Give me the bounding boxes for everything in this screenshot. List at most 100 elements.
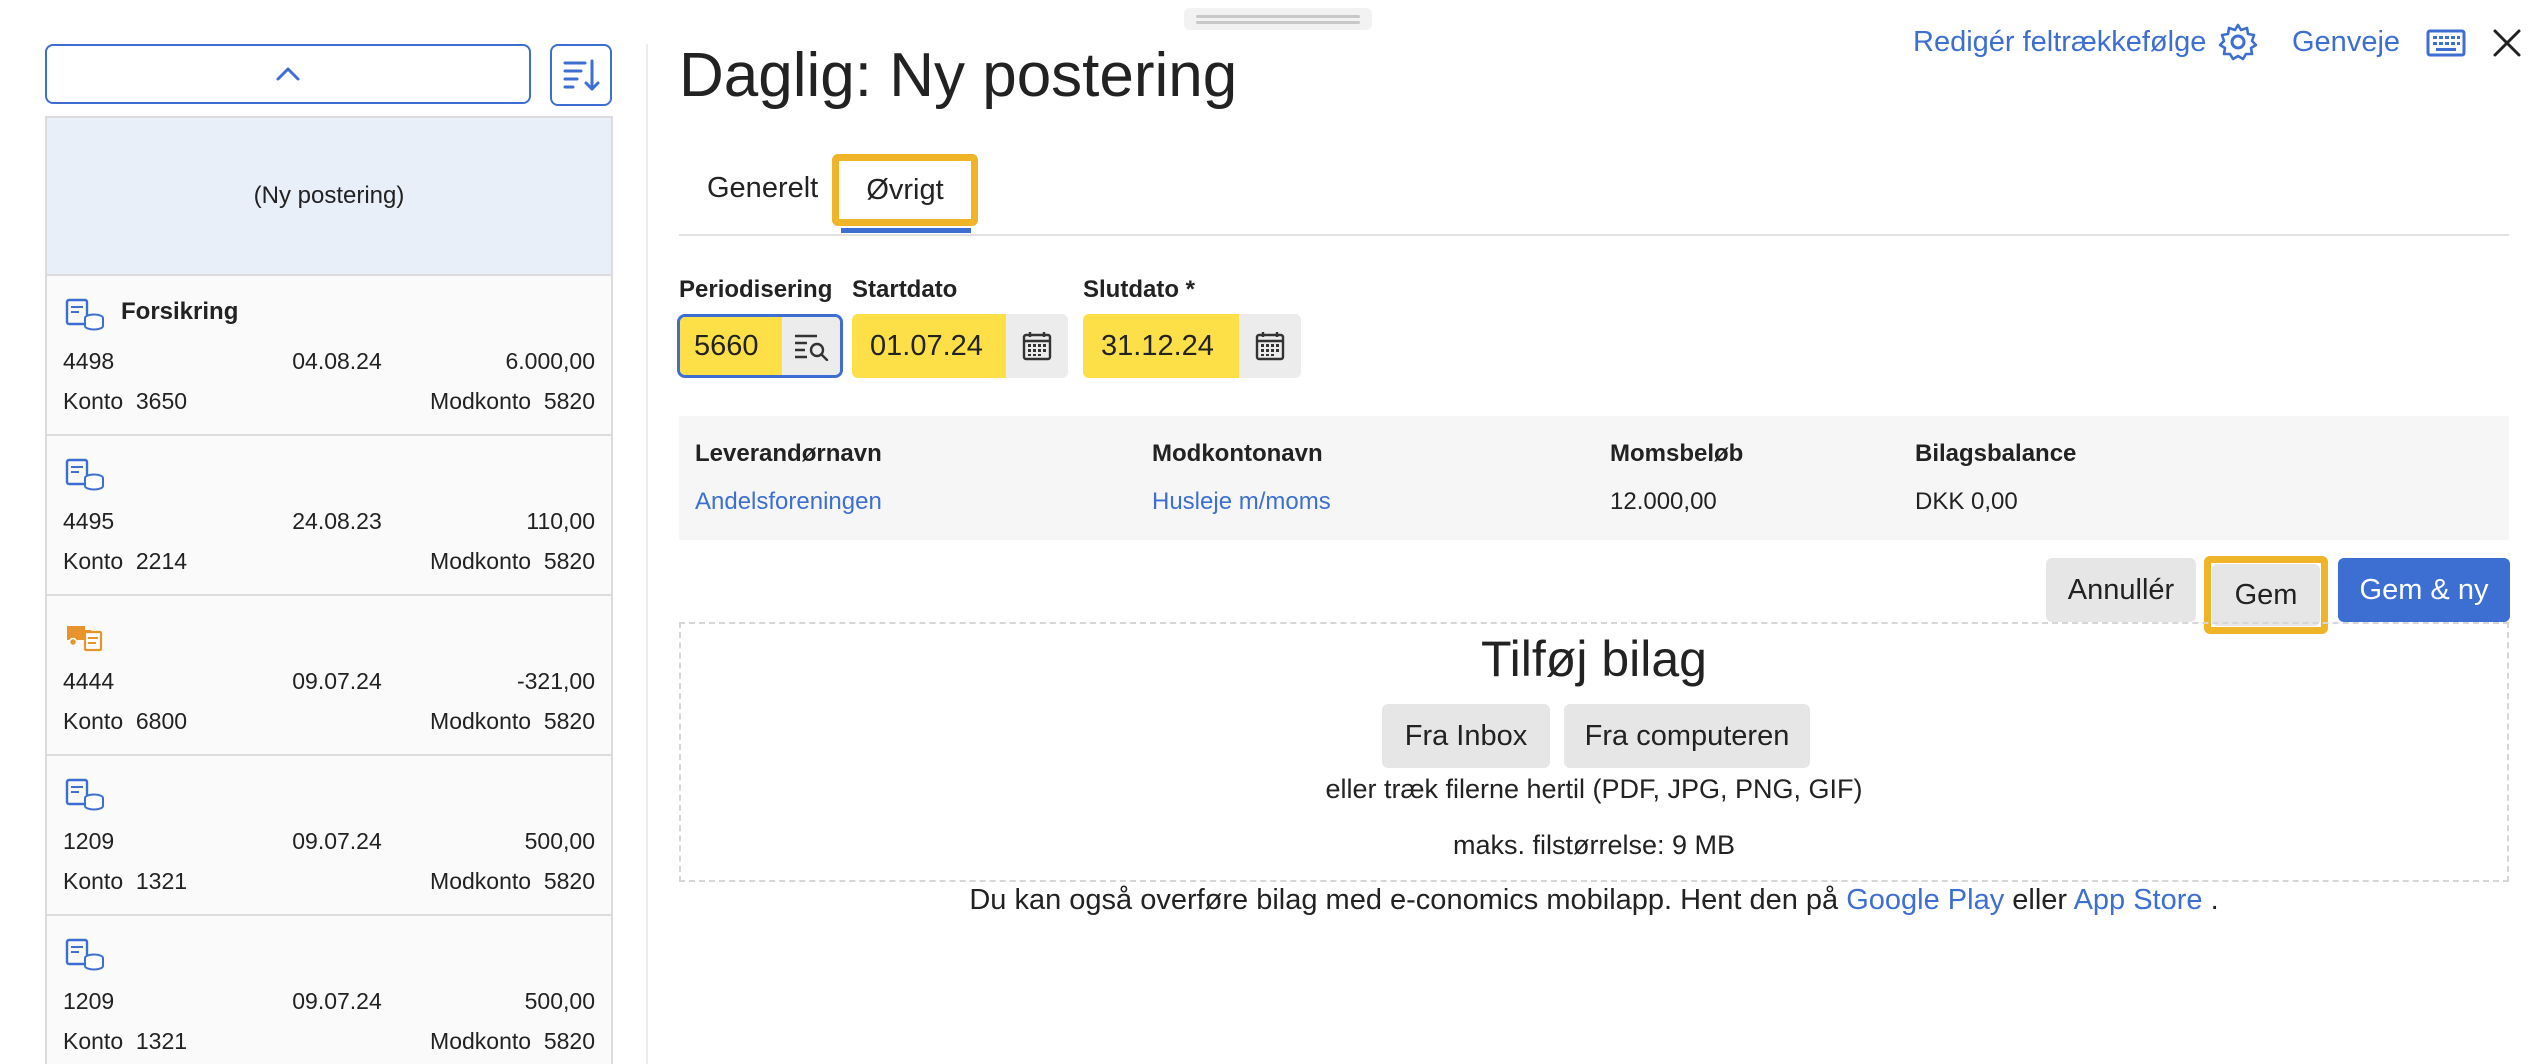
save-and-new-button[interactable]: Gem & ny	[2338, 558, 2510, 622]
mobile-app-note-or: eller	[2004, 884, 2074, 916]
sort-button[interactable]	[550, 44, 612, 106]
entry-amount: -321,00	[516, 668, 595, 694]
counter-account-name-link[interactable]: Husleje m/moms	[1152, 488, 1331, 516]
account-label: Konto	[63, 708, 124, 734]
tab-bar: Generelt Øvrigt	[679, 150, 2509, 236]
startdato-calendar-button[interactable]	[1006, 314, 1068, 378]
attachment-title: Tilføj bilag	[1481, 631, 1707, 687]
entry-date: 09.07.24	[292, 668, 382, 694]
entry-amount: 500,00	[524, 988, 595, 1014]
entry-account: Konto 1321	[63, 1028, 187, 1055]
calendar-icon	[1255, 332, 1285, 361]
google-play-link[interactable]: Google Play	[1846, 884, 2004, 916]
entry-date: 09.07.24	[292, 988, 382, 1014]
slutdato-calendar-button[interactable]	[1239, 314, 1301, 378]
supplier-name-link[interactable]: Andelsforeningen	[695, 488, 882, 516]
entry-info-panel: Leverandørnavn Modkontonavn Momsbeløb Bi…	[679, 416, 2509, 540]
keyboard-icon[interactable]	[2426, 28, 2466, 58]
account-label: Konto	[63, 388, 124, 414]
entry-counter-account: Modkonto 5820	[430, 708, 595, 735]
list-item[interactable]: 1209 09.07.24 500,00 Konto 1321 Modkonto…	[47, 756, 611, 916]
ledger-coins-icon	[65, 938, 105, 972]
ledger-coins-icon	[65, 298, 105, 332]
entry-number: 1209	[63, 828, 115, 854]
save-button[interactable]: Gem	[2212, 564, 2320, 626]
mobile-app-note-end: .	[2202, 884, 2219, 916]
periodisering-input[interactable]: 5660	[680, 317, 782, 375]
counter-account-number: 5820	[543, 708, 595, 734]
ledger-coins-icon	[65, 778, 105, 812]
counter-account-label: Modkonto	[430, 1028, 532, 1054]
startdato-label: Startdato	[852, 276, 958, 303]
periodisering-lookup-button[interactable]	[782, 317, 840, 375]
account-number: 1321	[135, 868, 188, 894]
entry-amount: 6.000,00	[505, 348, 595, 374]
counter-account-label: Modkonto	[430, 708, 532, 734]
periodisering-label: Periodisering	[679, 276, 833, 303]
calendar-icon	[1022, 332, 1052, 361]
entry-account: Konto 3650	[63, 388, 187, 415]
account-label: Konto	[63, 548, 124, 574]
from-inbox-button[interactable]: Fra Inbox	[1382, 704, 1550, 768]
entry-date: 24.08.23	[292, 508, 382, 534]
app-store-link[interactable]: App Store	[2074, 884, 2203, 916]
drag-hint: eller træk filerne hertil (PDF, JPG, PNG…	[1325, 774, 1863, 804]
cancel-button[interactable]: Annullér	[2046, 558, 2196, 622]
entry-amount: 500,00	[524, 828, 595, 854]
entry-number: 1209	[63, 988, 115, 1014]
mobile-app-note: Du kan også overføre bilag med e-conomic…	[679, 884, 2509, 917]
shortcuts-link[interactable]: Genveje	[2292, 26, 2400, 59]
close-icon[interactable]	[2490, 26, 2524, 60]
account-number: 6800	[135, 708, 188, 734]
list-item[interactable]: 1209 09.07.24 500,00 Konto 1321 Modkonto…	[47, 916, 611, 1064]
entries-list: (Ny postering) Forsikring 4498 04.08.24 …	[45, 116, 613, 1064]
entry-date: 09.07.24	[292, 828, 382, 854]
edit-field-order-link[interactable]: Redigér feltrækkefølge	[1913, 26, 2206, 59]
max-file-size: maks. filstørrelse: 9 MB	[1452, 830, 1736, 860]
entry-account: Konto 1321	[63, 868, 187, 895]
mobile-app-note-text: Du kan også overføre bilag med e-conomic…	[969, 884, 1847, 916]
counter-account-number: 5820	[543, 388, 595, 414]
counter-account-label: Modkonto	[430, 548, 532, 574]
app-window: (Ny postering) Forsikring 4498 04.08.24 …	[0, 0, 2548, 1064]
vat-amount-header: Momsbeløb	[1610, 440, 1744, 467]
startdato-input[interactable]: 01.07.24	[852, 314, 1006, 378]
periodisering-field: 5660	[677, 314, 843, 378]
tab-generelt[interactable]: Generelt	[707, 172, 818, 205]
entry-number: 4444	[63, 668, 115, 694]
drag-handle[interactable]	[1184, 8, 1372, 30]
list-item[interactable]: 4444 09.07.24 -321,00 Konto 6800 Modkont…	[47, 596, 611, 756]
account-label: Konto	[63, 1028, 124, 1054]
slutdato-label: Slutdato *	[1083, 276, 1195, 303]
list-item[interactable]: 4495 24.08.23 110,00 Konto 2214 Modkonto…	[47, 436, 611, 596]
list-item[interactable]: Forsikring 4498 04.08.24 6.000,00 Konto …	[47, 276, 611, 436]
list-item-new-entry[interactable]: (Ny postering)	[47, 118, 611, 276]
slutdato-input[interactable]: 31.12.24	[1083, 314, 1239, 378]
entries-sidebar: (Ny postering) Forsikring 4498 04.08.24 …	[0, 0, 640, 1064]
voucher-balance-value: DKK 0,00	[1915, 488, 2018, 515]
entry-amount: 110,00	[526, 508, 595, 534]
entry-number: 4495	[63, 508, 115, 534]
account-number: 3650	[135, 388, 188, 414]
entry-title: Forsikring	[121, 298, 239, 325]
chevron-up-icon	[276, 67, 300, 81]
attachment-dropzone[interactable]: Tilføj bilag Fra Inbox Fra computeren el…	[679, 622, 2509, 882]
tab-ovrigt[interactable]: Øvrigt	[832, 154, 978, 226]
entry-counter-account: Modkonto 5820	[430, 388, 595, 415]
entry-number: 4498	[63, 348, 115, 374]
from-computer-button[interactable]: Fra computeren	[1564, 704, 1810, 768]
sort-icon	[563, 59, 600, 91]
entry-counter-account: Modkonto 5820	[430, 548, 595, 575]
slutdato-field: 31.12.24	[1083, 314, 1301, 378]
collapse-list-button[interactable]	[45, 44, 531, 104]
gear-icon[interactable]	[2218, 22, 2258, 62]
counter-account-name-header: Modkontonavn	[1152, 440, 1323, 467]
vat-amount-value: 12.000,00	[1610, 488, 1717, 515]
account-label: Konto	[63, 868, 124, 894]
active-tab-indicator	[841, 228, 971, 233]
counter-account-number: 5820	[543, 868, 595, 894]
entry-counter-account: Modkonto 5820	[430, 868, 595, 895]
entry-account: Konto 2214	[63, 548, 187, 575]
ledger-coins-icon	[65, 458, 105, 492]
account-number: 2214	[135, 548, 188, 574]
